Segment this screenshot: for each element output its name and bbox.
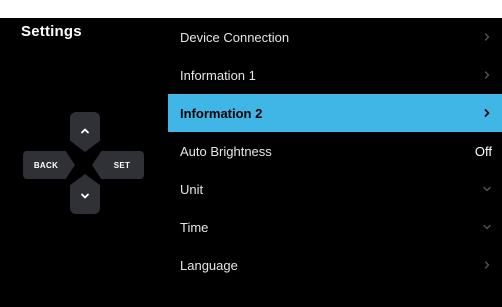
chevron-right-icon [482, 70, 492, 80]
chevron-right-icon [482, 108, 492, 118]
set-button[interactable]: SET [92, 151, 144, 179]
dpad: BACK SET [0, 18, 170, 307]
chevron-right-icon [482, 260, 492, 270]
down-button[interactable] [70, 174, 100, 214]
chevron-up-icon [80, 123, 90, 141]
chevron-down-icon [482, 222, 492, 232]
chevron-down-icon [80, 183, 90, 206]
up-button[interactable] [70, 112, 100, 152]
back-button[interactable]: BACK [23, 151, 75, 179]
auto-brightness-value: Off [474, 143, 492, 159]
menu-item-time[interactable]: Time [168, 208, 502, 246]
menu-item-label: Device Connection [180, 29, 290, 45]
menu-item-auto-brightness[interactable]: Auto Brightness Off [168, 132, 502, 170]
chevron-down-icon [482, 184, 492, 194]
set-button-label: SET [113, 160, 131, 170]
back-button-label: BACK [33, 160, 59, 170]
menu-item-label: Information 2 [180, 105, 263, 121]
menu-item-label: Information 1 [180, 67, 256, 83]
menu-item-label: Unit [180, 181, 204, 197]
settings-menu: Device Connection Information 1 Informat… [168, 18, 502, 284]
chevron-right-icon [482, 32, 492, 42]
menu-item-information-2[interactable]: Information 2 [168, 94, 502, 132]
menu-item-label: Auto Brightness [180, 143, 272, 159]
menu-item-label: Time [180, 219, 209, 235]
menu-item-device-connection[interactable]: Device Connection [168, 18, 502, 56]
menu-item-unit[interactable]: Unit [168, 170, 502, 208]
menu-item-information-1[interactable]: Information 1 [168, 56, 502, 94]
menu-item-language[interactable]: Language [168, 246, 502, 284]
device-screen: Settings BACK SET Device Connection Info… [0, 18, 502, 307]
menu-item-label: Language [180, 257, 238, 273]
